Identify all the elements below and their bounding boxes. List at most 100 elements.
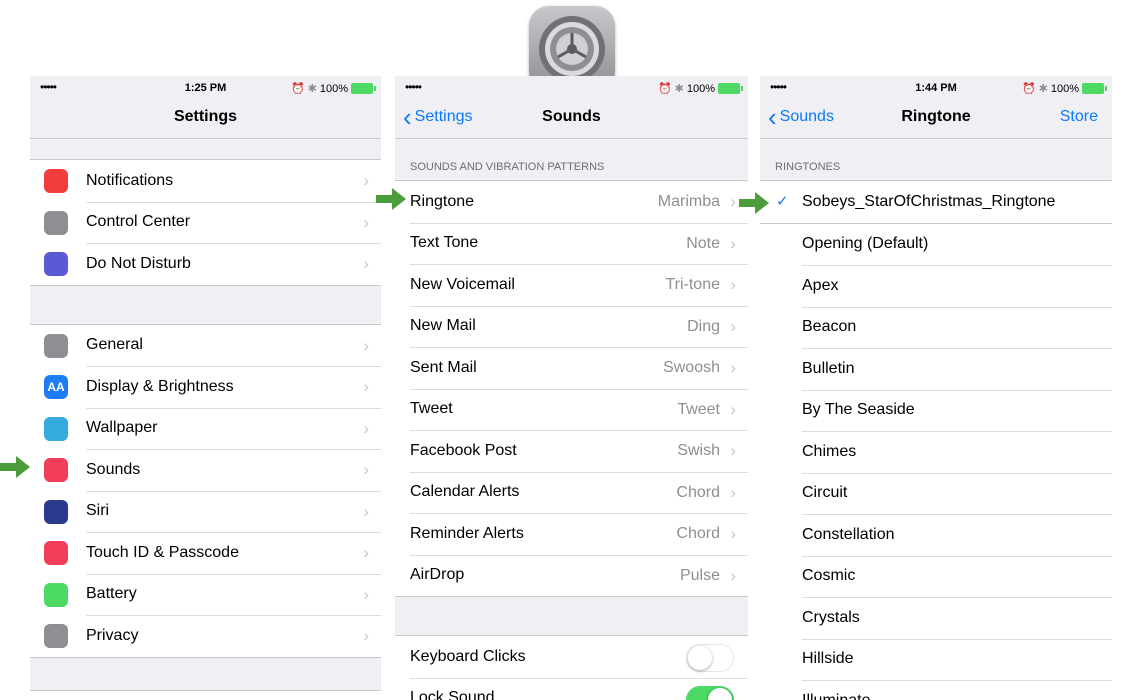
settings-row[interactable]: Siri ›: [30, 490, 381, 533]
chevron-right-icon: ›: [730, 482, 736, 502]
alarm-icon: ⏰: [290, 83, 305, 95]
ringtone-row-selected[interactable]: ✓ Sobeys_StarOfChristmas_Ringtone: [760, 181, 1112, 223]
gear-icon: [44, 333, 68, 358]
settings-row-label: Do Not Disturb: [86, 254, 191, 272]
sound-row-value: Swoosh: [663, 359, 720, 376]
chevron-right-icon: ›: [730, 565, 736, 585]
ringtone-row[interactable]: Beacon: [760, 306, 1112, 349]
sounds-screen: ••••• ⏰ ✱ 100% ‹ Settings Sounds SOUNDS AND…: [395, 76, 748, 700]
battery-percent: 100%: [319, 82, 348, 95]
ringtone-row[interactable]: Cosmic: [760, 555, 1112, 598]
settings-row[interactable]: General ›: [30, 325, 381, 367]
sound-row-label: Ringtone: [410, 192, 475, 210]
ringtone-label: Apex: [802, 276, 839, 294]
chevron-right-icon: ›: [363, 543, 369, 562]
sound-row[interactable]: Reminder Alerts Chord ›: [395, 513, 748, 555]
section-header: SOUNDS AND VIBRATION PATTERNS: [410, 161, 605, 173]
sound-row-label: Calendar Alerts: [410, 483, 520, 501]
settings-row-label: Notifications: [86, 171, 174, 189]
settings-row-label: General: [86, 336, 143, 354]
ringtone-label: Illuminate: [802, 692, 870, 700]
chevron-right-icon: ›: [363, 335, 369, 355]
sound-row[interactable]: Sent Mail Swoosh ›: [395, 347, 748, 389]
settings-row[interactable]: Touch ID & Passcode ›: [30, 532, 381, 574]
sound-row-label: Text Tone: [410, 234, 479, 252]
siri-icon: [44, 499, 68, 524]
ringtone-row[interactable]: Opening (Default): [760, 224, 1112, 266]
ringtone-row[interactable]: Constellation: [760, 514, 1112, 556]
ringtone-row[interactable]: Hillside: [760, 638, 1112, 681]
status-bar: ••••• 1:25 PM ⏰ ✱ 100%: [30, 76, 381, 100]
settings-row-label: Siri: [86, 502, 110, 520]
ringtone-row[interactable]: Crystals: [760, 597, 1112, 639]
toggle-rows: Keyboard Clicks Lock Sound: [395, 635, 748, 700]
settings-groups: Notifications › Control Center › Do Not Dist…: [30, 139, 381, 700]
sound-row[interactable]: Tweet Tweet ›: [395, 388, 748, 431]
ringtone-row[interactable]: Bulletin: [760, 348, 1112, 390]
settings-row[interactable]: Wallpaper ›: [30, 407, 381, 450]
settings-row[interactable]: AA Display & Brightness ›: [30, 366, 381, 408]
sound-row[interactable]: Text Tone Note ›: [395, 222, 748, 265]
sound-row[interactable]: Ringtone Marimba ›: [395, 181, 748, 223]
ringtone-row[interactable]: Apex: [760, 265, 1112, 307]
battery-percent: 100%: [686, 82, 715, 95]
toggle-row: Lock Sound: [395, 677, 748, 700]
sound-rows: Ringtone Marimba › Text Tone Note › New Voicem…: [395, 180, 748, 597]
ringtone-row[interactable]: Circuit: [760, 472, 1112, 515]
sound-row-label: Facebook Post: [410, 441, 517, 459]
settings-row-label: Privacy: [86, 626, 139, 644]
settings-row-label: Battery: [86, 585, 137, 603]
settings-row[interactable]: Sounds ›: [30, 449, 381, 491]
settings-row[interactable]: Privacy ›: [30, 615, 381, 657]
ringtone-row[interactable]: Chimes: [760, 431, 1112, 473]
sound-row[interactable]: New Voicemail Tri-tone ›: [395, 264, 748, 306]
sound-row[interactable]: Facebook Post Swish ›: [395, 430, 748, 472]
chevron-right-icon: ›: [363, 584, 369, 604]
settings-row-label: Control Center: [86, 213, 191, 231]
settings-row[interactable]: Control Center ›: [30, 201, 381, 244]
chevron-right-icon: ›: [730, 275, 736, 294]
ringtone-label: Crystals: [802, 608, 860, 626]
settings-row[interactable]: iCloud›: [30, 691, 381, 700]
ringtone-row[interactable]: Illuminate: [760, 680, 1112, 700]
settings-row[interactable]: Do Not Disturb ›: [30, 243, 381, 285]
display-icon: AA: [44, 375, 68, 399]
settings-row-label: Display & Brightness: [86, 377, 234, 395]
ringtone-label: Beacon: [802, 318, 857, 336]
alarm-icon: ⏰: [657, 83, 672, 95]
settings-group: iCloud›: [30, 689, 381, 700]
sound-row-value: Ding: [687, 317, 720, 335]
chevron-right-icon: ›: [363, 418, 369, 438]
wallpaper-icon: [44, 416, 68, 441]
chevron-right-icon: ›: [730, 358, 736, 377]
toggle-knob: [708, 687, 732, 700]
toggle-switch[interactable]: [686, 685, 734, 700]
sound-row-label: New Mail: [410, 317, 476, 335]
ringtone-label: Hillside: [802, 650, 854, 668]
sound-row-value: Tri-tone: [665, 276, 720, 293]
moon-icon: [44, 252, 68, 276]
sound-row-label: New Voicemail: [410, 275, 515, 293]
ringtone-row[interactable]: By The Seaside: [760, 389, 1112, 432]
notifications-icon: [44, 169, 68, 193]
toggle-switch[interactable]: [686, 644, 734, 672]
nav-bar: ‹ Settings Sounds: [395, 100, 748, 139]
speaker-icon: [44, 458, 68, 482]
sound-row[interactable]: AirDrop Pulse ›: [395, 554, 748, 597]
settings-row[interactable]: Notifications ›: [30, 160, 381, 202]
ringtone-label: Sobeys_StarOfChristmas_Ringtone: [802, 192, 1056, 210]
bluetooth-icon: ✱: [674, 83, 684, 95]
chevron-right-icon: ›: [363, 460, 369, 479]
ringtone-label: Cosmic: [802, 567, 856, 585]
sound-row-value: Marimba: [657, 193, 720, 210]
green-arrow-icon: [376, 188, 406, 210]
sound-row-value: Swish: [677, 442, 720, 459]
store-button[interactable]: Store: [1060, 108, 1098, 126]
sound-row[interactable]: New Mail Ding ›: [395, 305, 748, 348]
ringtone-screen: ••••• 1:44 PM ⏰ ✱ 100% ‹ Sounds Ringtone St…: [760, 76, 1112, 700]
settings-group: Notifications › Control Center › Do Not Dist…: [30, 159, 381, 286]
sound-row[interactable]: Calendar Alerts Chord ›: [395, 471, 748, 514]
checkmark-icon: ✓: [776, 193, 789, 210]
settings-row[interactable]: Battery ›: [30, 573, 381, 616]
alarm-icon: ⏰: [1021, 83, 1036, 95]
